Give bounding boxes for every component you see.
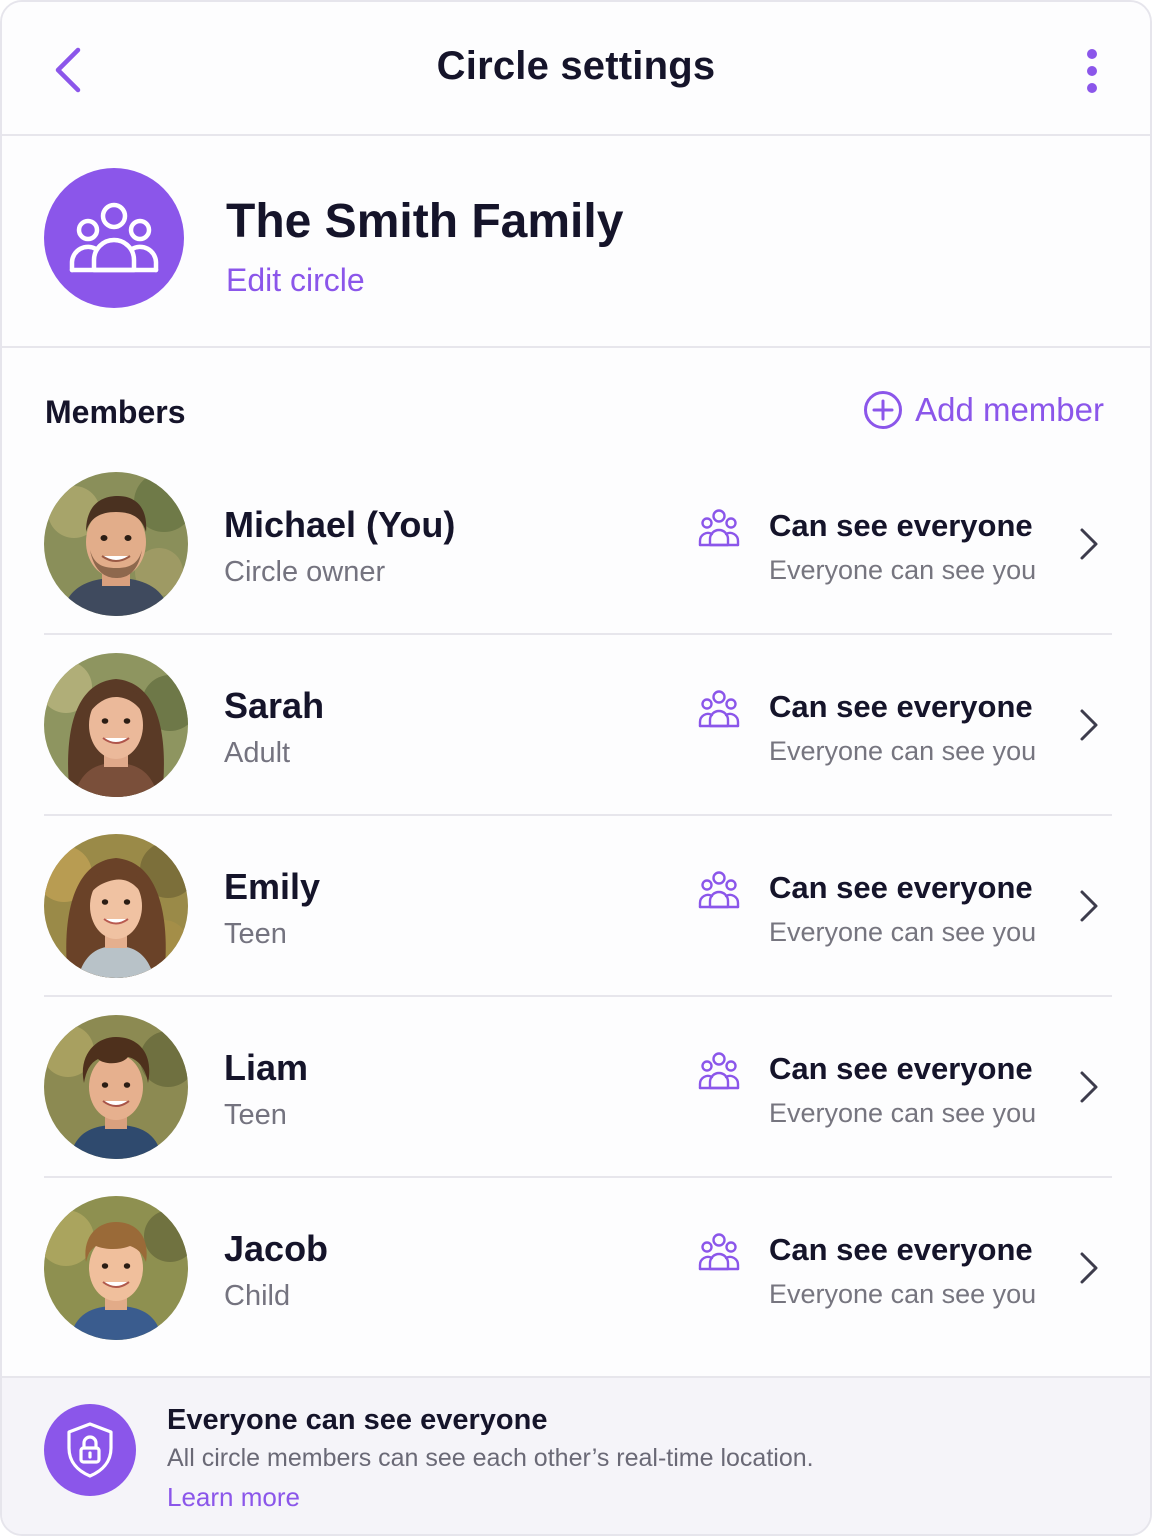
member-list: Michael (You) Circle owner Can see every… bbox=[44, 454, 1112, 1359]
group-icon bbox=[698, 509, 740, 547]
member-name: Liam bbox=[224, 1047, 309, 1088]
visibility-status: Everyone can see you bbox=[769, 1098, 1037, 1128]
visibility-status: Everyone can see you bbox=[769, 555, 1037, 585]
top-bar: Circle settings bbox=[2, 2, 1150, 136]
visibility-status: Everyone can see you bbox=[769, 917, 1037, 947]
app-screen: Circle settings The Smith Family Edit ci… bbox=[0, 0, 1152, 1536]
permission-title: Can see everyone bbox=[769, 689, 1033, 724]
member-name: Jacob bbox=[224, 1228, 329, 1269]
chevron-right-icon bbox=[1080, 1252, 1098, 1284]
permission-title: Can see everyone bbox=[769, 1051, 1033, 1086]
member-role: Teen bbox=[224, 918, 287, 950]
member-role: Adult bbox=[224, 737, 291, 769]
visibility-status: Everyone can see you bbox=[769, 1279, 1037, 1309]
page-title: Circle settings bbox=[436, 44, 716, 88]
group-icon bbox=[698, 871, 740, 909]
member-role: Child bbox=[224, 1280, 291, 1312]
group-icon bbox=[698, 1052, 740, 1090]
chevron-right-icon bbox=[1080, 890, 1098, 922]
banner-title: Everyone can see everyone bbox=[167, 1404, 548, 1436]
group-icon bbox=[69, 202, 159, 273]
learn-more-link[interactable]: Learn more bbox=[167, 1482, 300, 1513]
member-row[interactable]: Sarah Adult Can see everyone Everyone ca… bbox=[44, 635, 1112, 816]
member-name: Sarah bbox=[224, 685, 325, 726]
avatar bbox=[44, 1015, 188, 1159]
more-options-button[interactable] bbox=[1074, 46, 1110, 96]
permission-title: Can see everyone bbox=[769, 1232, 1033, 1267]
banner-description: All circle members can see each other’s … bbox=[167, 1444, 814, 1472]
member-row[interactable]: Liam Teen Can see everyone Everyone can … bbox=[44, 997, 1112, 1178]
group-icon bbox=[698, 690, 740, 728]
avatar bbox=[44, 653, 188, 797]
shield-lock-icon bbox=[67, 1422, 113, 1478]
members-section-title: Members bbox=[45, 394, 186, 430]
more-vertical-icon bbox=[1087, 49, 1097, 93]
member-name: Michael (You) bbox=[224, 504, 456, 545]
member-row[interactable]: Jacob Child Can see everyone Everyone ca… bbox=[44, 1178, 1112, 1359]
avatar bbox=[44, 1196, 188, 1340]
avatar bbox=[44, 472, 188, 616]
avatar bbox=[44, 834, 188, 978]
add-member-label: Add member bbox=[915, 391, 1104, 428]
chevron-right-icon bbox=[1080, 528, 1098, 560]
permission-title: Can see everyone bbox=[769, 870, 1033, 905]
group-icon bbox=[698, 1233, 740, 1271]
permission-title: Can see everyone bbox=[769, 508, 1033, 543]
chevron-right-icon bbox=[1080, 709, 1098, 741]
plus-circle-icon bbox=[864, 391, 903, 429]
visibility-status: Everyone can see you bbox=[769, 736, 1037, 766]
member-row[interactable]: Emily Teen Can see everyone Everyone can… bbox=[44, 816, 1112, 997]
member-name: Emily bbox=[224, 866, 321, 907]
circle-name: The Smith Family bbox=[226, 195, 624, 248]
member-role: Circle owner bbox=[224, 556, 386, 588]
privacy-info-banner: Everyone can see everyone All circle mem… bbox=[2, 1376, 1150, 1534]
member-row[interactable]: Michael (You) Circle owner Can see every… bbox=[44, 454, 1112, 635]
chevron-right-icon bbox=[1080, 1071, 1098, 1103]
add-member-button[interactable]: Add member bbox=[863, 390, 1104, 430]
circle-avatar bbox=[44, 168, 184, 308]
member-role: Teen bbox=[224, 1099, 287, 1131]
circle-info-card: The Smith Family Edit circle bbox=[2, 136, 1150, 348]
shield-badge bbox=[44, 1404, 136, 1496]
edit-circle-link[interactable]: Edit circle bbox=[226, 262, 365, 299]
